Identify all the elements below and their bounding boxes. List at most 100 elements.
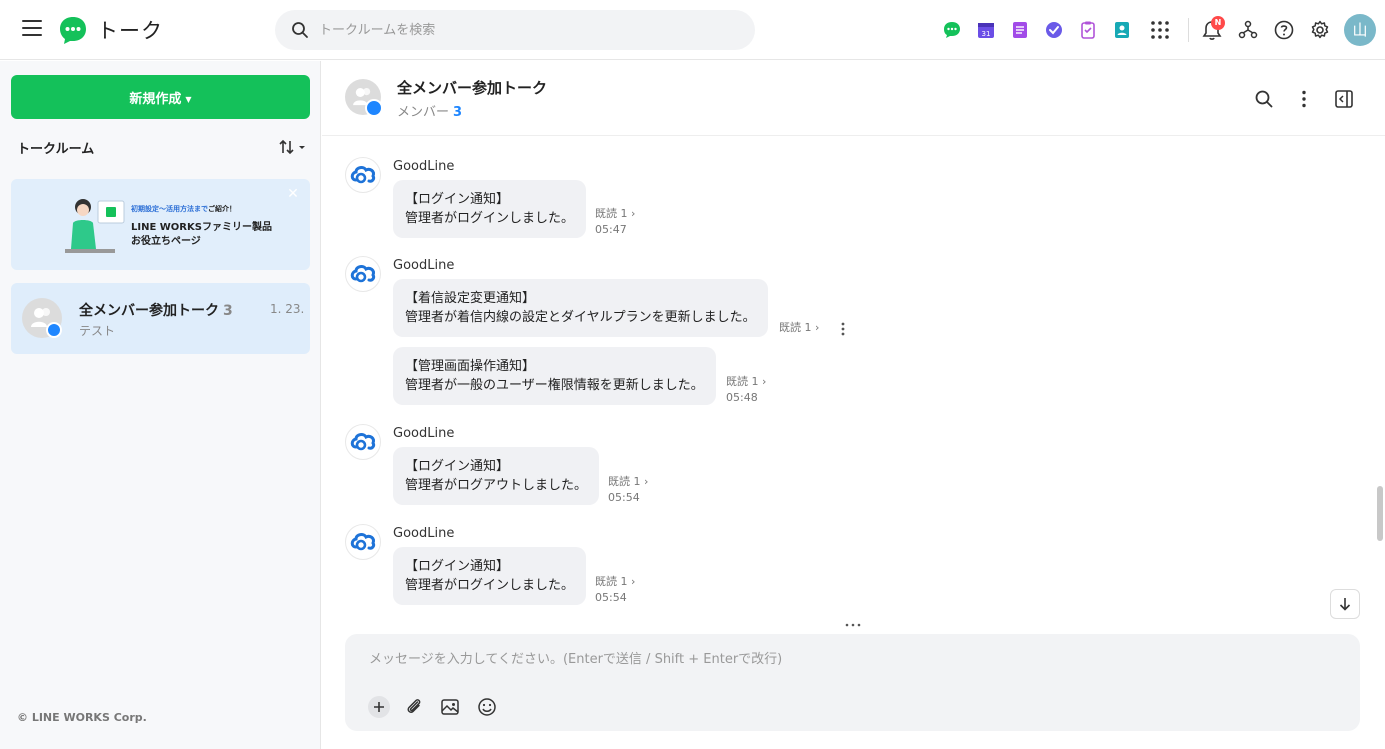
message-line-1: 【着信設定変更通知】: [405, 291, 536, 306]
emoji-icon[interactable]: [476, 696, 498, 718]
new-create-label: 新規作成: [129, 91, 182, 107]
message-time: 05:54: [595, 591, 627, 604]
top-bar: トーク 31 N: [0, 0, 1385, 60]
talk-app-logo-icon: [60, 17, 86, 44]
message-line-2: 管理者がログインしました。: [405, 211, 575, 226]
search-box: [275, 10, 755, 50]
menu-icon[interactable]: [22, 20, 42, 38]
read-receipt[interactable]: 既読 1 ›: [726, 374, 766, 390]
new-create-button[interactable]: 新規作成 ▼: [11, 75, 310, 119]
scrollbar-thumb[interactable]: [1377, 486, 1383, 541]
header-divider: [1188, 18, 1189, 42]
read-receipt[interactable]: 既読 1 ›: [595, 206, 635, 222]
talk-room-item[interactable]: 全メンバー参加トーク 3 1. 23. テスト: [11, 283, 310, 354]
message-more-icon[interactable]: [837, 321, 849, 337]
message-meta: 既読 1 › 05:54: [595, 574, 635, 606]
note-icon[interactable]: [1008, 18, 1032, 42]
banner-text-3: お役立ちページ: [131, 236, 201, 247]
sidebar: 新規作成 ▼ トークルーム ✕ 初期設定～活用方法までご紹介！ LINE WORK…: [0, 61, 321, 749]
read-receipt[interactable]: 既読 1 ›: [779, 320, 819, 336]
bot-avatar[interactable]: [345, 157, 381, 193]
resize-handle-icon[interactable]: [844, 621, 862, 629]
group-badge-icon: [46, 322, 62, 338]
chat-title: 全メンバー参加トーク: [397, 79, 548, 97]
banner-text-2: LINE WORKSファミリー製品: [131, 222, 272, 233]
message-time: 05:47: [595, 223, 627, 236]
attachment-icon[interactable]: [403, 696, 425, 718]
goodline-logo-icon: [350, 166, 376, 184]
side-panel-icon[interactable]: [1333, 88, 1355, 110]
room-date: 1. 23.: [270, 302, 305, 316]
image-icon[interactable]: [439, 696, 461, 718]
members-count: 3: [453, 105, 463, 120]
message-composer: [345, 634, 1360, 731]
message-sender: GoodLine: [393, 159, 455, 174]
talk-icon[interactable]: [940, 18, 964, 42]
app-switcher-icons: 31: [940, 18, 1144, 42]
read-receipt[interactable]: 既読 1 ›: [595, 574, 635, 590]
close-icon[interactable]: ✕: [286, 187, 300, 201]
apps-grid-icon[interactable]: [1149, 19, 1171, 41]
message-line-2: 管理者がログアウトしました。: [405, 478, 588, 493]
search-input[interactable]: [319, 10, 739, 50]
bot-avatar[interactable]: [345, 424, 381, 460]
message-input[interactable]: [369, 648, 1329, 678]
plus-icon[interactable]: [368, 696, 390, 718]
message-meta: 既読 1 › 05:48: [726, 374, 766, 406]
caret-down-icon: ▼: [185, 94, 192, 104]
message-sender: GoodLine: [393, 526, 455, 541]
notification-badge: N: [1211, 16, 1225, 30]
message-bubble[interactable]: 【ログイン通知】 管理者がログアウトしました。: [393, 447, 600, 505]
message-line-1: 【ログイン通知】: [405, 192, 510, 207]
message-line-1: 【ログイン通知】: [405, 559, 510, 574]
message-meta: 既読 1 ›: [779, 320, 819, 336]
talk-rooms-title: トークルーム: [17, 142, 95, 157]
promo-banner[interactable]: ✕ 初期設定～活用方法までご紹介！ LINE WORKSファミリー製品 お役立ち…: [11, 179, 310, 270]
room-name-text: 全メンバー参加トーク: [79, 303, 219, 319]
message-line-2: 管理者が着信内線の設定とダイヤルプランを更新しました。: [405, 310, 756, 325]
calendar-day: 31: [982, 30, 991, 38]
message-list[interactable]: GoodLine 【ログイン通知】 管理者がログインしました。 既読 1 › 0…: [322, 137, 1372, 617]
copyright: © LINE WORKS Corp.: [17, 711, 147, 724]
message-line-2: 管理者が一般のユーザー権限情報を更新しました。: [405, 378, 704, 393]
message-meta: 既読 1 › 05:47: [595, 206, 635, 238]
more-vertical-icon[interactable]: [1293, 88, 1315, 110]
survey-icon[interactable]: [1076, 18, 1100, 42]
user-avatar[interactable]: 山: [1344, 14, 1376, 46]
message-time: 05:54: [608, 491, 640, 504]
task-icon[interactable]: [1042, 18, 1066, 42]
bot-avatar[interactable]: [345, 256, 381, 292]
chat-header: 全メンバー参加トーク メンバー 3: [322, 61, 1385, 136]
members-label: メンバー: [397, 105, 450, 120]
message-sender: GoodLine: [393, 426, 455, 441]
banner-text-1: 初期設定～活用方法までご紹介！: [131, 204, 236, 214]
message-bubble[interactable]: 【着信設定変更通知】 管理者が着信内線の設定とダイヤルプランを更新しました。: [393, 279, 768, 337]
gear-icon[interactable]: [1309, 19, 1331, 41]
app-title: トーク: [97, 19, 163, 43]
group-badge-icon: [365, 99, 383, 117]
message-bubble[interactable]: 【管理画面操作通知】 管理者が一般のユーザー権限情報を更新しました。: [393, 347, 716, 405]
message-line-2: 管理者がログインしました。: [405, 578, 575, 593]
room-member-count: 3: [223, 303, 233, 319]
message-line-1: 【ログイン通知】: [405, 459, 510, 474]
search-icon[interactable]: [1253, 88, 1275, 110]
contacts-icon[interactable]: [1110, 18, 1134, 42]
arrow-down-icon: [1339, 598, 1351, 611]
sort-icon[interactable]: [277, 137, 309, 157]
message-bubble[interactable]: 【ログイン通知】 管理者がログインしました。: [393, 180, 587, 238]
message-bubble[interactable]: 【ログイン通知】 管理者がログインしました。: [393, 547, 587, 605]
scroll-to-bottom-button[interactable]: [1330, 589, 1360, 619]
room-avatar: [22, 298, 62, 338]
bot-avatar[interactable]: [345, 524, 381, 560]
chat-members[interactable]: メンバー 3: [397, 101, 462, 120]
search-icon: [292, 22, 308, 38]
help-icon[interactable]: [1273, 19, 1295, 41]
room-preview: テスト: [79, 324, 116, 338]
goodline-logo-icon: [350, 265, 376, 283]
read-receipt[interactable]: 既読 1 ›: [608, 474, 648, 490]
banner-illustration: [65, 199, 125, 253]
calendar-icon[interactable]: 31: [974, 18, 998, 42]
goodline-logo-icon: [350, 433, 376, 451]
room-name: 全メンバー参加トーク 3: [79, 300, 233, 320]
organization-icon[interactable]: [1237, 19, 1259, 41]
